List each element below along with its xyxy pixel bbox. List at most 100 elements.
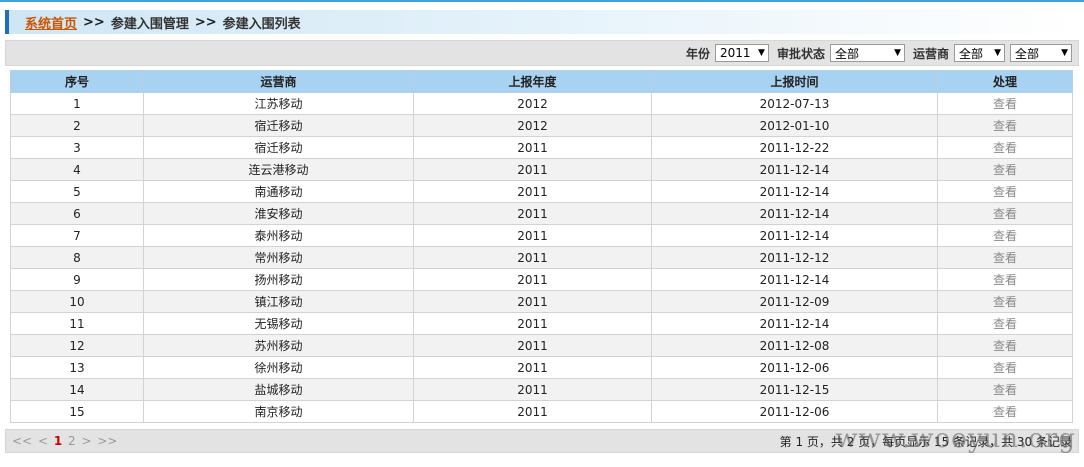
year-label: 年份 [685, 46, 710, 61]
cell-date: 2011-12-12 [651, 246, 938, 269]
view-link[interactable]: 查看 [937, 268, 1073, 291]
table-row: 14 盐城移动 2011 2011-12-15 查看 [10, 378, 1073, 401]
breadcrumb-level2: 参建入围管理 [110, 16, 189, 32]
sub-carrier-select-value: 全部 [1015, 46, 1040, 61]
cell-no: 14 [10, 378, 144, 401]
cell-year: 2011 [413, 202, 652, 225]
page-link-2[interactable]: 2 [68, 434, 76, 448]
cell-date: 2011-12-15 [651, 378, 938, 401]
table-row: 1 江苏移动 2012 2012-07-13 查看 [10, 92, 1073, 115]
table-row: 2 宿迁移动 2012 2012-01-10 查看 [10, 114, 1073, 137]
cell-year: 2011 [413, 268, 652, 291]
breadcrumb: 系统首页 >> 参建入围管理 >> 参建入围列表 [5, 10, 1079, 34]
prev-page-link[interactable]: < [38, 434, 48, 448]
cell-no: 13 [10, 356, 144, 379]
cell-year: 2011 [413, 400, 652, 423]
column-header-carrier: 运营商 [143, 70, 414, 93]
column-header-year: 上报年度 [413, 70, 652, 93]
pagination-nav: << < 1 2 > >> [12, 434, 119, 448]
cell-date: 2011-12-22 [651, 136, 938, 159]
cell-date: 2011-12-09 [651, 290, 938, 313]
cell-date: 2011-12-14 [651, 180, 938, 203]
cell-year: 2012 [413, 114, 652, 137]
cell-carrier: 常州移动 [143, 246, 414, 269]
sub-carrier-select[interactable]: 全部 ▼ [1010, 44, 1072, 62]
carrier-select[interactable]: 全部 ▼ [954, 44, 1005, 62]
table-row: 15 南京移动 2011 2011-12-06 查看 [10, 400, 1073, 423]
view-link[interactable]: 查看 [937, 290, 1073, 313]
table-row: 9 扬州移动 2011 2011-12-14 查看 [10, 268, 1073, 291]
table-header-row: 序号 运营商 上报年度 上报时间 处理 [10, 70, 1073, 93]
breadcrumb-separator: >> [83, 14, 105, 30]
cell-no: 6 [10, 202, 144, 225]
cell-carrier: 连云港移动 [143, 158, 414, 181]
view-link[interactable]: 查看 [937, 312, 1073, 335]
cell-date: 2011-12-06 [651, 400, 938, 423]
cell-carrier: 宿迁移动 [143, 136, 414, 159]
cell-year: 2011 [413, 290, 652, 313]
cell-no: 10 [10, 290, 144, 313]
cell-year: 2011 [413, 334, 652, 357]
table-row: 4 连云港移动 2011 2011-12-14 查看 [10, 158, 1073, 181]
next-page-link[interactable]: > [81, 434, 91, 448]
breadcrumb-level3: 参建入围列表 [222, 16, 301, 32]
cell-carrier: 扬州移动 [143, 268, 414, 291]
view-link[interactable]: 查看 [937, 246, 1073, 269]
cell-date: 2011-12-08 [651, 334, 938, 357]
cell-no: 2 [10, 114, 144, 137]
column-header-no: 序号 [10, 70, 144, 93]
cell-no: 5 [10, 180, 144, 203]
cell-date: 2011-12-14 [651, 312, 938, 335]
status-select[interactable]: 全部 ▼ [829, 44, 905, 62]
view-link[interactable]: 查看 [937, 356, 1073, 379]
column-header-date: 上报时间 [651, 70, 938, 93]
cell-no: 9 [10, 268, 144, 291]
table-row: 11 无锡移动 2011 2011-12-14 查看 [10, 312, 1073, 335]
table-row: 10 镇江移动 2011 2011-12-09 查看 [10, 290, 1073, 313]
column-header-action: 处理 [937, 70, 1073, 93]
year-select-value: 2011 [719, 46, 751, 60]
cell-carrier: 无锡移动 [143, 312, 414, 335]
cell-carrier: 泰州移动 [143, 224, 414, 247]
carrier-label: 运营商 [912, 46, 949, 61]
table-row: 12 苏州移动 2011 2011-12-08 查看 [10, 334, 1073, 357]
view-link[interactable]: 查看 [937, 92, 1073, 115]
year-select[interactable]: 2011 ▼ [714, 44, 769, 62]
cell-year: 2011 [413, 356, 652, 379]
submission-table: 序号 运营商 上报年度 上报时间 处理 1 江苏移动 2012 2012-07-13 查… [10, 70, 1073, 423]
cell-date: 2011-12-14 [651, 224, 938, 247]
cell-no: 8 [10, 246, 144, 269]
first-page-link[interactable]: << [12, 434, 32, 448]
view-link[interactable]: 查看 [937, 202, 1073, 225]
table-row: 5 南通移动 2011 2011-12-14 查看 [10, 180, 1073, 203]
cell-no: 1 [10, 92, 144, 115]
breadcrumb-home-link[interactable]: 系统首页 [25, 13, 77, 32]
cell-no: 3 [10, 136, 144, 159]
page-link-1[interactable]: 1 [54, 434, 62, 448]
view-link[interactable]: 查看 [937, 378, 1073, 401]
view-link[interactable]: 查看 [937, 180, 1073, 203]
pagination-bar: << < 1 2 > >> 第 1 页，共 2 页，每页显示 15 条记录，共 … [5, 429, 1079, 453]
view-link[interactable]: 查看 [937, 334, 1073, 357]
cell-date: 2011-12-06 [651, 356, 938, 379]
cell-date: 2012-07-13 [651, 92, 938, 115]
cell-date: 2012-01-10 [651, 114, 938, 137]
cell-year: 2012 [413, 92, 652, 115]
cell-year: 2011 [413, 378, 652, 401]
cell-date: 2011-12-14 [651, 268, 938, 291]
cell-carrier: 江苏移动 [143, 92, 414, 115]
table-row: 7 泰州移动 2011 2011-12-14 查看 [10, 224, 1073, 247]
view-link[interactable]: 查看 [937, 158, 1073, 181]
view-link[interactable]: 查看 [937, 400, 1073, 423]
cell-year: 2011 [413, 246, 652, 269]
cell-carrier: 南京移动 [143, 400, 414, 423]
view-link[interactable]: 查看 [937, 224, 1073, 247]
last-page-link[interactable]: >> [97, 434, 117, 448]
dropdown-arrow-icon: ▼ [994, 48, 1001, 58]
view-link[interactable]: 查看 [937, 114, 1073, 137]
cell-no: 12 [10, 334, 144, 357]
cell-date: 2011-12-14 [651, 202, 938, 225]
dropdown-arrow-icon: ▼ [1061, 48, 1068, 58]
status-label: 审批状态 [776, 46, 825, 61]
view-link[interactable]: 查看 [937, 136, 1073, 159]
